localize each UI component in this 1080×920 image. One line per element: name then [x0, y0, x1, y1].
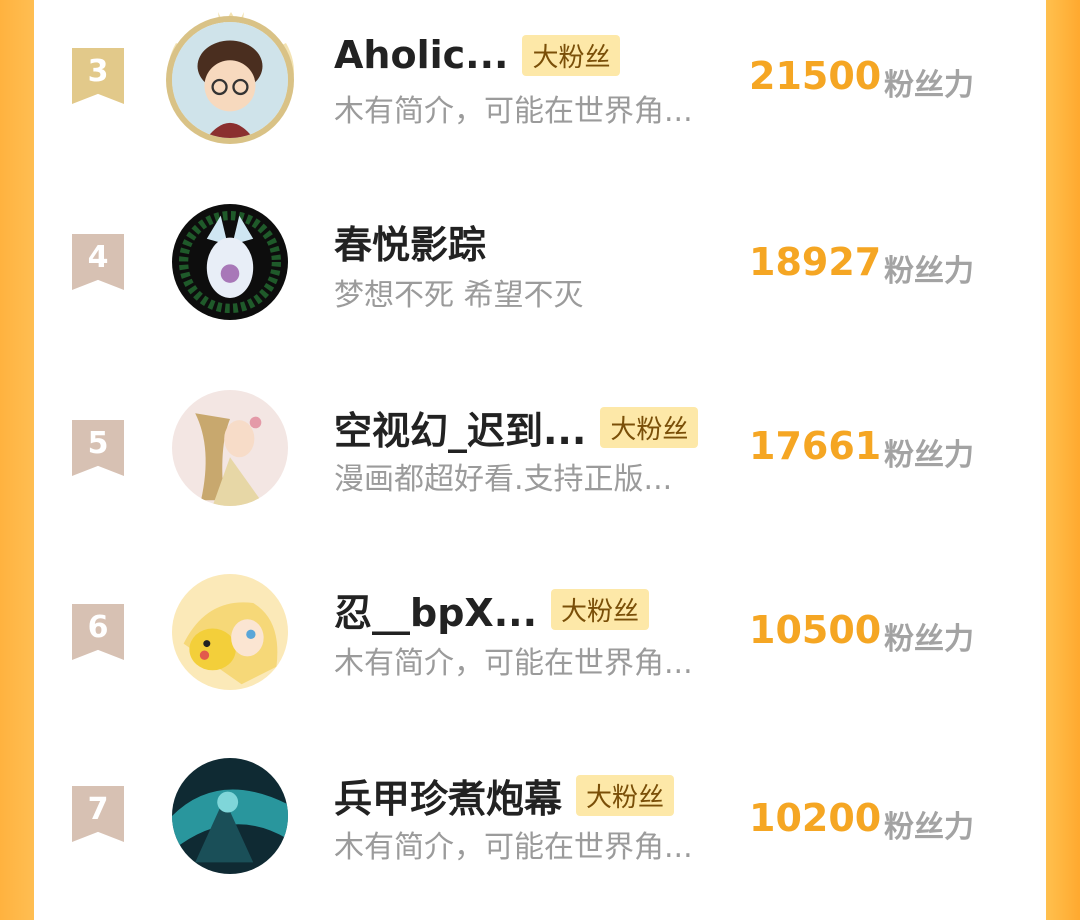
user-avatar[interactable] — [172, 204, 288, 320]
rank-badge: 3 — [72, 48, 124, 104]
fan-score-unit: 粉丝力 — [884, 622, 974, 657]
fox-girl-avatar-icon — [172, 204, 288, 320]
big-fan-badge: 大粉丝 — [551, 588, 650, 630]
user-bio: 漫画都超好看.支持正版... — [334, 462, 673, 497]
name-row: Aholic... 大粉丝 — [334, 30, 621, 80]
fan-score: 21500 — [749, 54, 882, 98]
user-name[interactable]: 忍__bpX... — [334, 582, 537, 637]
user-avatar[interactable] — [172, 758, 288, 874]
fan-score: 18927 — [749, 240, 882, 284]
user-name[interactable]: 春悦影踪 — [334, 214, 486, 269]
list-item[interactable]: 3 Aholic... 大粉丝 木有简介，可能在世界角... 21500 粉丝力 — [34, 0, 1046, 184]
user-avatar[interactable] — [172, 22, 288, 138]
anime-girl-avatar-icon — [172, 390, 288, 506]
big-fan-badge: 大粉丝 — [522, 34, 621, 76]
user-name[interactable]: 空视幻_迟到... — [334, 400, 586, 455]
fan-score-unit: 粉丝力 — [884, 254, 974, 289]
pikachu-girl-avatar-icon — [172, 574, 288, 690]
fan-score: 10200 — [749, 796, 882, 840]
name-row: 春悦影踪 — [334, 214, 486, 269]
fan-score-unit: 粉丝力 — [884, 68, 974, 103]
user-name[interactable]: 兵甲珍煮炮幕 — [334, 768, 562, 823]
big-fan-badge: 大粉丝 — [576, 774, 675, 816]
list-item[interactable]: 7 兵甲珍煮炮幕 大粉丝 木有简介，可能在世界角... 10200 粉丝力 — [34, 736, 1046, 920]
user-bio: 梦想不死 希望不灭 — [334, 278, 584, 313]
rank-badge: 4 — [72, 234, 124, 290]
user-bio: 木有简介，可能在世界角... — [334, 646, 693, 681]
fan-score-unit: 粉丝力 — [884, 810, 974, 845]
name-row: 兵甲珍煮炮幕 大粉丝 — [334, 768, 675, 823]
fan-score-unit: 粉丝力 — [884, 438, 974, 473]
big-fan-badge: 大粉丝 — [600, 406, 699, 448]
fan-score: 10500 — [749, 608, 882, 652]
rank-badge: 5 — [72, 420, 124, 476]
cartoon-boy-avatar-icon — [172, 22, 288, 138]
fan-ranking-list: 3 Aholic... 大粉丝 木有简介，可能在世界角... 21500 粉丝力… — [34, 0, 1046, 874]
list-item[interactable]: 6 忍__bpX... 大粉丝 木有简介，可能在世界角... 10500 粉丝力 — [34, 552, 1046, 736]
fan-score: 17661 — [749, 424, 882, 468]
user-bio: 木有简介，可能在世界角... — [334, 830, 693, 865]
user-name[interactable]: Aholic... — [334, 33, 508, 77]
user-bio: 木有简介，可能在世界角... — [334, 94, 693, 129]
rank-badge: 7 — [72, 786, 124, 842]
name-row: 忍__bpX... 大粉丝 — [334, 582, 650, 637]
rank-badge: 6 — [72, 604, 124, 660]
user-avatar[interactable] — [172, 574, 288, 690]
list-item[interactable]: 5 空视幻_迟到... 大粉丝 漫画都超好看.支持正版... 17661 粉丝力 — [34, 368, 1046, 552]
name-row: 空视幻_迟到... 大粉丝 — [334, 400, 699, 455]
user-avatar[interactable] — [172, 390, 288, 506]
dark-warrior-avatar-icon — [172, 758, 288, 874]
list-item[interactable]: 4 春悦影踪 梦想不死 希望不灭 18927 粉丝力 — [34, 184, 1046, 368]
